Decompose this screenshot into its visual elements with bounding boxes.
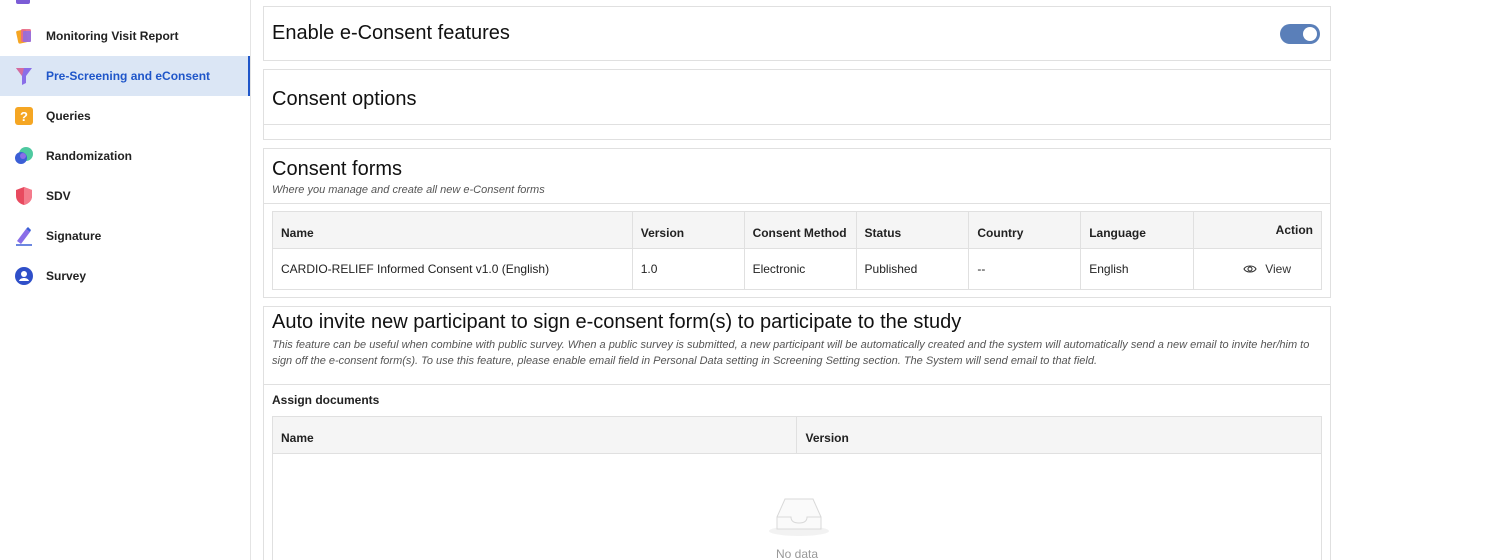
- sidebar-item-label: Pre-Screening and eConsent: [46, 69, 211, 83]
- consent-options-title: Consent options: [272, 88, 417, 110]
- consent-forms-title: Consent forms: [272, 158, 403, 180]
- table-row: CARDIO-RELIEF Informed Consent v1.0 (Eng…: [272, 248, 1322, 290]
- empty-inbox-icon: [769, 498, 829, 536]
- column-header-version: Version: [796, 416, 1322, 454]
- enable-econsent-title: Enable e-Consent features: [272, 22, 510, 44]
- sidebar-item-label: Queries: [46, 109, 91, 123]
- form-name-cell: CARDIO-RELIEF Informed Consent v1.0 (Eng…: [272, 248, 633, 290]
- sidebar: Monitoring Visit Report Pre-Screening an…: [0, 0, 251, 560]
- table-header-row: Name Version Consent Method Status Count…: [272, 211, 1322, 249]
- form-version-cell: 1.0: [631, 248, 745, 290]
- empty-state-text: No data: [775, 547, 819, 560]
- column-header-name: Name: [272, 211, 633, 249]
- table-header-row: Name Version: [271, 416, 1322, 454]
- sidebar-item-signature[interactable]: Signature: [0, 216, 250, 256]
- main-content: Enable e-Consent features Consent option…: [251, 0, 1500, 560]
- sidebar-item-label: Monitoring Visit Report: [46, 29, 179, 43]
- form-language-cell: English: [1080, 248, 1195, 290]
- enable-econsent-card: Enable e-Consent features: [263, 6, 1331, 61]
- column-header-name: Name: [271, 416, 798, 454]
- sidebar-item-label: SDV: [46, 189, 71, 203]
- shield-icon: [16, 187, 32, 205]
- randomization-icon: [15, 147, 33, 164]
- enable-econsent-toggle[interactable]: [1280, 24, 1320, 44]
- sidebar-item-label: Randomization: [46, 149, 132, 163]
- assign-documents-table: Name Version: [271, 416, 1322, 454]
- consent-forms-card: Consent forms Where you manage and creat…: [263, 148, 1331, 298]
- funnel-icon: [16, 68, 32, 85]
- consent-forms-table: Name Version Consent Method Status Count…: [272, 211, 1322, 290]
- auto-invite-card: Auto invite new participant to sign e-co…: [263, 306, 1331, 560]
- sidebar-item-pre-screening-econsent[interactable]: Pre-Screening and eConsent: [0, 56, 250, 96]
- divider: [264, 124, 1330, 125]
- empty-state: No data: [272, 453, 1322, 560]
- auto-invite-title: Auto invite new participant to sign e-co…: [272, 311, 962, 333]
- view-label: View: [1265, 261, 1291, 276]
- column-header-status: Status: [855, 211, 970, 249]
- column-header-version: Version: [631, 211, 745, 249]
- sidebar-item-randomization[interactable]: Randomization: [0, 136, 250, 176]
- form-action-cell: View: [1193, 248, 1322, 290]
- divider: [264, 384, 1330, 385]
- column-header-country: Country: [968, 211, 1082, 249]
- toggle-knob: [1303, 27, 1317, 41]
- sidebar-item-monitoring-visit-report[interactable]: Monitoring Visit Report: [0, 16, 250, 56]
- divider: [264, 203, 1330, 204]
- form-country-cell: --: [968, 248, 1082, 290]
- question-icon: ?: [15, 107, 33, 125]
- view-form-button[interactable]: View: [1243, 262, 1291, 276]
- report-icon: [16, 29, 31, 44]
- consent-forms-subtitle: Where you manage and create all new e-Co…: [272, 184, 545, 196]
- sidebar-item-label: Survey: [46, 269, 87, 283]
- pen-icon: [16, 227, 32, 246]
- column-header-action: Action: [1193, 211, 1322, 249]
- column-header-consent-method: Consent Method: [743, 211, 857, 249]
- partial-menu-icon: [16, 0, 30, 4]
- form-status-cell: Published: [855, 248, 970, 290]
- auto-invite-description: This feature can be useful when combine …: [272, 339, 1310, 367]
- svg-text:?: ?: [20, 109, 28, 124]
- sidebar-item-sdv[interactable]: SDV: [0, 176, 250, 216]
- sidebar-item-queries[interactable]: ? Queries: [0, 96, 250, 136]
- consent-options-card: Consent options: [263, 69, 1331, 140]
- person-icon: [15, 267, 33, 285]
- column-header-language: Language: [1080, 211, 1195, 249]
- eye-icon: [1243, 264, 1257, 273]
- assign-documents-label: Assign documents: [272, 393, 380, 407]
- form-method-cell: Electronic: [743, 248, 857, 290]
- sidebar-item-survey[interactable]: Survey: [0, 256, 250, 296]
- sidebar-item-label: Signature: [46, 229, 102, 243]
